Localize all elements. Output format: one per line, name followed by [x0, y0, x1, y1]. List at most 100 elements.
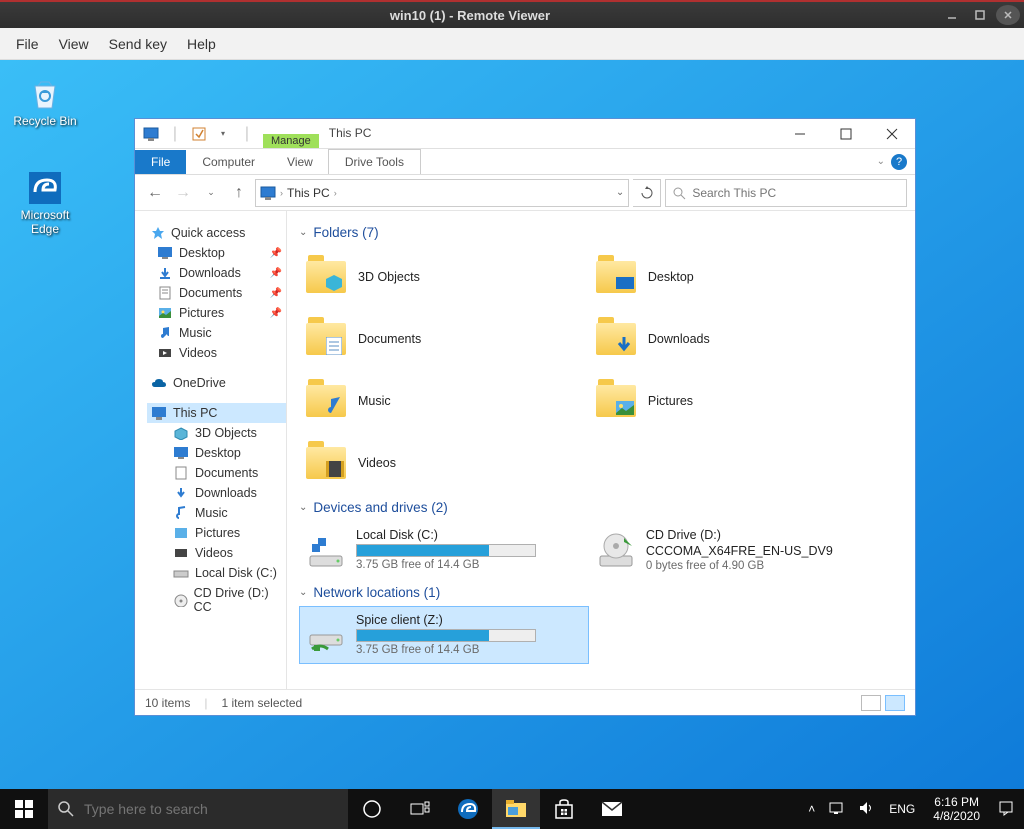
taskbar-mail[interactable] [588, 789, 636, 829]
ribbon-tab-view[interactable]: View [271, 150, 329, 174]
task-view-button[interactable] [396, 789, 444, 829]
folder-videos[interactable]: Videos [299, 432, 589, 494]
document-icon [173, 466, 189, 480]
viewer-menu-file[interactable]: File [6, 32, 49, 56]
breadcrumb-sep[interactable]: › [334, 188, 337, 198]
up-button[interactable]: ↑ [227, 181, 251, 205]
nav-qa-documents[interactable]: Documents📌 [147, 283, 286, 303]
history-dropdown[interactable]: ⌄ [199, 181, 223, 205]
music-icon [173, 506, 189, 520]
folder-icon [304, 379, 348, 423]
nav-pc-downloads[interactable]: Downloads [163, 483, 286, 503]
folder-3d-objects[interactable]: 3D Objects [299, 246, 589, 308]
pin-icon: 📌 [270, 268, 282, 279]
folder-documents[interactable]: Documents [299, 308, 589, 370]
desktop[interactable]: Recycle Bin Microsoft Edge | ▾ | Manage … [0, 60, 1024, 789]
explorer-titlebar[interactable]: | ▾ | Manage This PC [135, 119, 915, 149]
group-header-folders[interactable]: ⌄Folders (7) [299, 219, 903, 246]
search-icon [672, 186, 686, 200]
taskbar-explorer[interactable] [492, 789, 540, 829]
ribbon-tab-file[interactable]: File [135, 150, 186, 174]
cortana-button[interactable] [348, 789, 396, 829]
folder-desktop[interactable]: Desktop [589, 246, 879, 308]
explorer-maximize-button[interactable] [823, 119, 869, 149]
folder-downloads[interactable]: Downloads [589, 308, 879, 370]
tiles-view-toggle[interactable] [885, 695, 905, 711]
viewer-close-button[interactable] [996, 5, 1020, 25]
taskbar-search-input[interactable] [84, 801, 338, 817]
ribbon-tab-computer[interactable]: Computer [186, 150, 271, 174]
this-pc-icon [151, 406, 167, 420]
navigation-pane[interactable]: Quick access Desktop📌 Downloads📌 Documen… [135, 211, 287, 689]
nav-pc-cd-drive[interactable]: CD Drive (D:) CC [163, 583, 286, 617]
qat-dropdown[interactable]: ▾ [213, 124, 233, 144]
properties-button[interactable] [189, 124, 209, 144]
windows-icon [15, 800, 33, 818]
explorer-window-title: This PC [319, 119, 382, 148]
viewer-maximize-button[interactable] [968, 5, 992, 25]
explorer-minimize-button[interactable] [777, 119, 823, 149]
desktop-icon-edge[interactable]: Microsoft Edge [8, 168, 82, 236]
action-center-icon[interactable] [996, 800, 1016, 819]
nav-pc-documents[interactable]: Documents [163, 463, 286, 483]
status-item-count: 10 items [145, 696, 190, 710]
search-input[interactable] [692, 186, 900, 200]
breadcrumb-sep[interactable]: › [280, 188, 283, 198]
forward-button[interactable]: → [171, 181, 195, 205]
drive-local-disk-c[interactable]: Local Disk (C:) 3.75 GB free of 14.4 GB [299, 521, 589, 579]
search-box[interactable] [665, 179, 907, 207]
drive-icon [173, 566, 189, 580]
desktop-icon-recycle-bin[interactable]: Recycle Bin [8, 74, 82, 128]
folder-music[interactable]: Music [299, 370, 589, 432]
taskbar-search[interactable] [48, 789, 348, 829]
nav-qa-desktop[interactable]: Desktop📌 [147, 243, 286, 263]
explorer-close-button[interactable] [869, 119, 915, 149]
nav-pc-3dobjects[interactable]: 3D Objects [163, 423, 286, 443]
drive-cd-d[interactable]: CD Drive (D:) CCCOMA_X64FRE_EN-US_DV9 0 … [589, 521, 879, 579]
volume-icon[interactable] [857, 801, 877, 818]
address-dropdown-icon[interactable]: ⌄ [616, 187, 624, 198]
help-icon[interactable]: ? [891, 154, 907, 170]
nav-quick-access[interactable]: Quick access [147, 223, 286, 243]
taskbar-edge[interactable] [444, 789, 492, 829]
folder-pictures[interactable]: Pictures [589, 370, 879, 432]
nav-qa-music[interactable]: Music [147, 323, 286, 343]
group-header-network[interactable]: ⌄Network locations (1) [299, 579, 903, 606]
clock[interactable]: 6:16 PM 4/8/2020 [927, 795, 986, 824]
explorer-icon[interactable] [141, 124, 161, 144]
language-indicator[interactable]: ENG [887, 802, 917, 816]
explorer-window: | ▾ | Manage This PC File Computer View [134, 118, 916, 716]
taskbar-store[interactable] [540, 789, 588, 829]
ribbon-tab-drive-tools[interactable]: Drive Tools [328, 149, 421, 174]
viewer-minimize-button[interactable] [940, 5, 964, 25]
start-button[interactable] [0, 789, 48, 829]
nav-qa-downloads[interactable]: Downloads📌 [147, 263, 286, 283]
search-icon [58, 801, 74, 817]
nav-pc-videos[interactable]: Videos [163, 543, 286, 563]
details-view-toggle[interactable] [861, 695, 881, 711]
nav-onedrive[interactable]: OneDrive [147, 373, 286, 393]
group-header-drives[interactable]: ⌄Devices and drives (2) [299, 494, 903, 521]
address-input[interactable]: › This PC › ⌄ [255, 179, 629, 207]
back-button[interactable]: ← [143, 181, 167, 205]
breadcrumb-location[interactable]: This PC [287, 186, 330, 200]
viewer-menu-help[interactable]: Help [177, 32, 226, 56]
tray-overflow-icon[interactable]: ˄ [806, 802, 817, 816]
viewer-menu-view[interactable]: View [49, 32, 99, 56]
nav-qa-videos[interactable]: Videos [147, 343, 286, 363]
nav-pc-pictures[interactable]: Pictures [163, 523, 286, 543]
viewer-menu-sendkey[interactable]: Send key [99, 32, 177, 56]
nav-pc-music[interactable]: Music [163, 503, 286, 523]
ribbon-expand-icon[interactable]: ⌄ [877, 156, 885, 167]
folder-icon [304, 255, 348, 299]
drive-spice-client-z[interactable]: Spice client (Z:) 3.75 GB free of 14.4 G… [299, 606, 589, 664]
network-icon[interactable] [827, 801, 847, 818]
nav-pc-desktop[interactable]: Desktop [163, 443, 286, 463]
quick-access-toolbar: | ▾ | [135, 119, 263, 148]
refresh-button[interactable] [633, 179, 661, 207]
nav-pc-local-disk[interactable]: Local Disk (C:) [163, 563, 286, 583]
content-pane[interactable]: ⌄Folders (7) 3D Objects Desktop Document… [287, 211, 915, 689]
nav-qa-pictures[interactable]: Pictures📌 [147, 303, 286, 323]
context-tab-header: Manage [263, 134, 319, 148]
nav-this-pc[interactable]: This PC [147, 403, 286, 423]
